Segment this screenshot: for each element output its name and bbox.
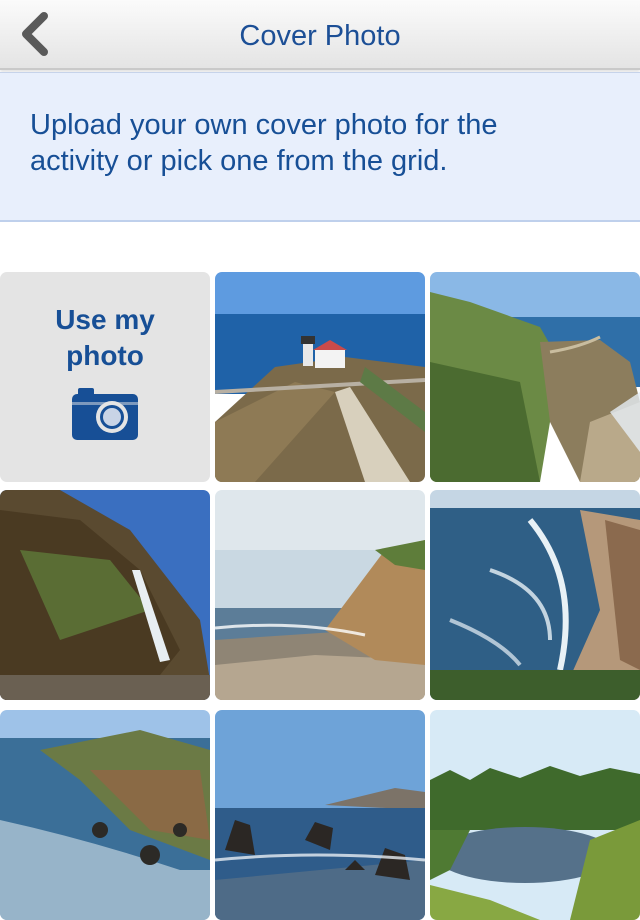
photo-sea-stacks	[215, 710, 425, 920]
use-my-photo-label: Use my photo	[55, 304, 155, 371]
nav-bar: Cover Photo	[0, 0, 640, 70]
photo-tile[interactable]	[430, 272, 640, 482]
photo-long-beach-waves	[430, 490, 640, 700]
photo-tile[interactable]	[215, 490, 425, 700]
photo-beach-bluff	[215, 490, 425, 700]
info-panel: Upload your own cover photo for the acti…	[0, 72, 640, 222]
camera-icon	[72, 388, 138, 440]
photo-tile[interactable]	[0, 490, 210, 700]
photo-tile[interactable]	[430, 490, 640, 700]
info-text: Upload your own cover photo for the acti…	[30, 109, 498, 177]
photo-tile[interactable]	[215, 710, 425, 920]
photo-rocky-headland	[0, 710, 210, 920]
photo-lighthouse-stairs	[215, 272, 425, 482]
use-my-photo-button[interactable]: Use my photo	[0, 272, 210, 482]
photo-waterfall-cliff	[0, 490, 210, 700]
photo-coastal-cliff-trail	[430, 272, 640, 482]
photo-forest-lake	[430, 710, 640, 920]
photo-tile[interactable]	[215, 272, 425, 482]
photo-tile[interactable]	[430, 710, 640, 920]
page-title: Cover Photo	[239, 20, 401, 52]
photo-tile[interactable]	[0, 710, 210, 920]
